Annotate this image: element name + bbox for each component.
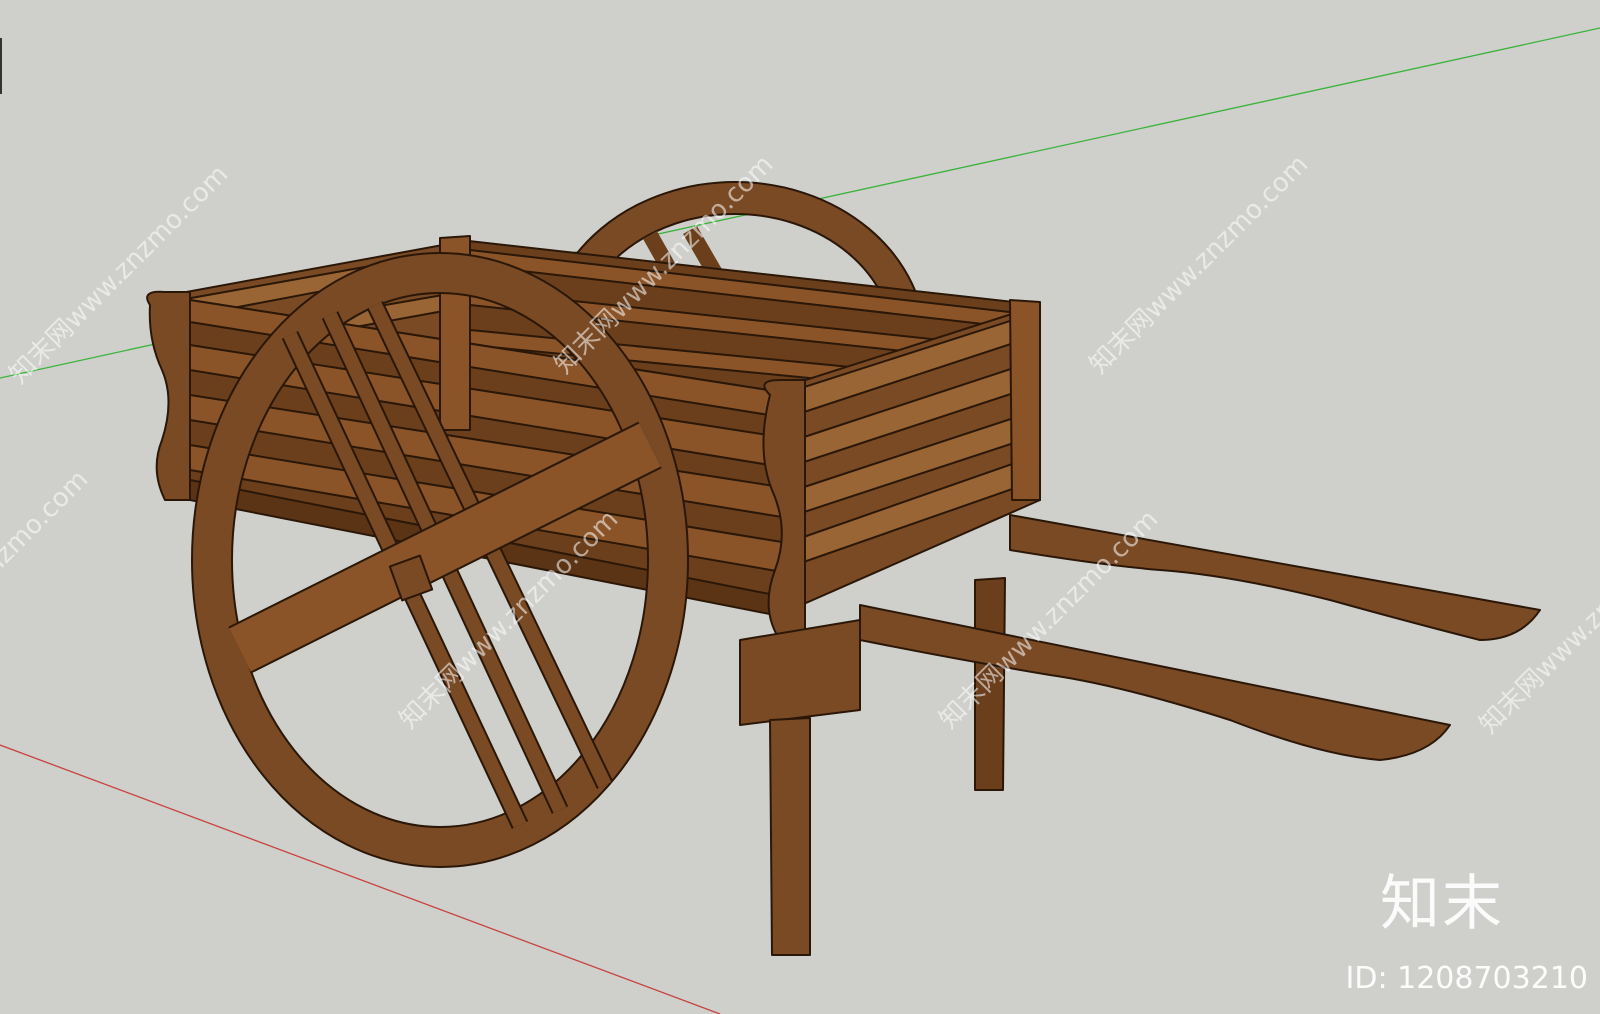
viewport-edge-mark: [0, 38, 2, 94]
watermark-text: 知末网www.znzmo.com: [0, 464, 94, 695]
cart-model[interactable]: [146, 181, 1541, 956]
brand-logo-text: 知末: [1380, 869, 1504, 939]
handle-lower: [859, 604, 1451, 761]
axis-red-line: [0, 744, 721, 1014]
axle-block: [739, 619, 861, 726]
front-leg: [769, 717, 811, 956]
watermark-text: 知末网www.znzmo.com: [1084, 149, 1315, 380]
modeling-viewport[interactable]: 知末网www.znzmo.com 知末网www.znzmo.com 知末网www…: [0, 0, 1600, 1014]
model-id-label: ID: 1208703210: [1345, 961, 1588, 996]
corner-post-left: [146, 290, 191, 501]
